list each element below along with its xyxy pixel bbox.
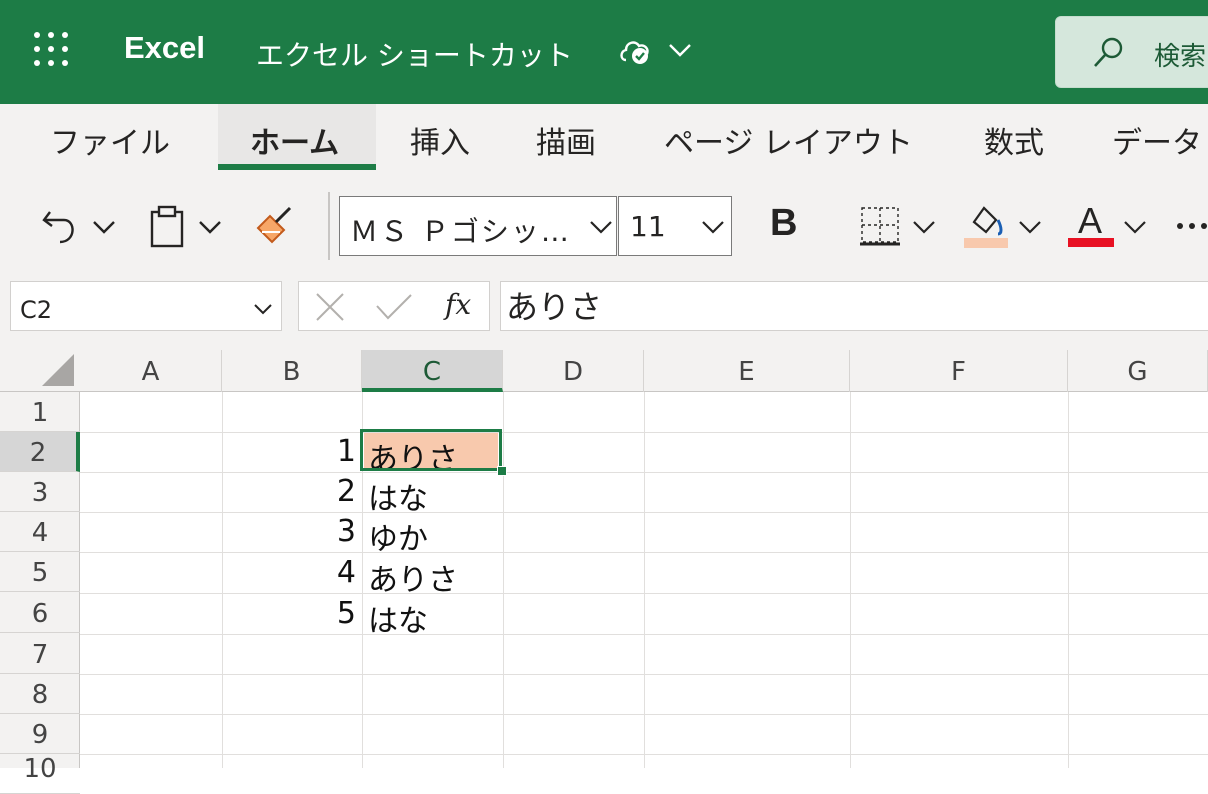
font-color-button[interactable]: A [1078,200,1102,242]
chevron-down-icon[interactable] [1122,218,1148,236]
cell-B5[interactable]: 4 [296,555,356,590]
search-icon [1094,37,1123,67]
row-header-2[interactable]: 2 [0,432,80,472]
font-size-value[interactable]: 11 [630,210,666,243]
paste-button[interactable] [148,204,224,248]
tab-page-layout[interactable]: ページ レイアウト [664,118,913,162]
spreadsheet-grid [0,350,1208,768]
search-placeholder[interactable]: 検索 [1154,36,1206,73]
column-header-D[interactable]: D [503,350,644,392]
bold-button[interactable]: B [770,202,797,245]
app-name[interactable]: Excel [124,30,205,66]
row-header-6[interactable]: 6 [0,593,80,633]
column-header-G[interactable]: G [1068,350,1208,392]
cloud-saved-icon [620,41,649,64]
row-header-3[interactable]: 3 [0,472,80,512]
row-header-7[interactable]: 7 [0,634,80,674]
format-painter-icon[interactable] [254,206,296,246]
column-header-A[interactable]: A [80,350,222,392]
enter-checkmark-icon[interactable] [374,292,414,322]
gridline [644,392,645,768]
tab-insert[interactable]: 挿入 [410,118,470,162]
gridline [1068,392,1069,768]
gridline [222,392,223,768]
row-header-10[interactable]: 10 [0,754,80,794]
document-title[interactable]: エクセル ショートカット [256,34,573,74]
font-color-swatch [1068,238,1114,247]
cell-C3[interactable]: はな [368,474,428,518]
fill-handle[interactable] [497,466,507,476]
active-cell-border[interactable] [360,429,502,471]
cell-C6[interactable]: はな [368,596,428,640]
row-header-4[interactable]: 4 [0,512,80,552]
borders-button[interactable] [858,204,938,248]
cell-C5[interactable]: ありさ [368,555,458,599]
tab-home[interactable]: ホーム [250,118,339,162]
toolbar-separator [328,192,330,260]
cell-B2[interactable]: 1 [296,434,356,469]
cell-B4[interactable]: 3 [296,514,356,549]
cancel-icon[interactable] [314,292,346,322]
formula-input[interactable] [500,281,1208,331]
fill-color-button[interactable] [962,200,1044,250]
column-header-B[interactable]: B [222,350,362,392]
column-header-E[interactable]: E [644,350,850,392]
app-launcher-icon[interactable] [34,32,70,68]
chevron-down-icon[interactable] [252,302,274,316]
chevron-down-icon[interactable] [668,40,692,60]
formula-value[interactable]: ありさ [506,282,602,328]
column-header-C[interactable]: C [362,350,503,392]
tab-file[interactable]: ファイル [50,118,170,162]
cell-C4[interactable]: ゆか [368,514,428,558]
name-box-value[interactable]: C2 [20,296,52,324]
chevron-down-icon[interactable] [700,218,726,236]
column-header-F[interactable]: F [850,350,1068,392]
tab-formulas[interactable]: 数式 [984,118,1044,162]
more-options-icon[interactable] [1174,220,1208,232]
insert-function-button[interactable]: fx [445,288,471,321]
cell-B6[interactable]: 5 [296,596,356,631]
tab-data[interactable]: データ [1112,118,1202,162]
row-header-8[interactable]: 8 [0,674,80,714]
gridline [850,392,851,768]
select-all-button[interactable] [0,350,80,392]
cell-B3[interactable]: 2 [296,474,356,509]
font-name-value[interactable]: ＭＳ Ｐゴシッ… [350,210,571,250]
tab-draw[interactable]: 描画 [536,118,596,162]
active-tab-indicator [218,164,376,170]
row-header-5[interactable]: 5 [0,552,80,592]
undo-button[interactable] [40,206,118,246]
gridline [503,392,504,768]
row-header-1[interactable]: 1 [0,392,80,432]
row-header-9[interactable]: 9 [0,714,80,754]
chevron-down-icon[interactable] [588,218,614,236]
